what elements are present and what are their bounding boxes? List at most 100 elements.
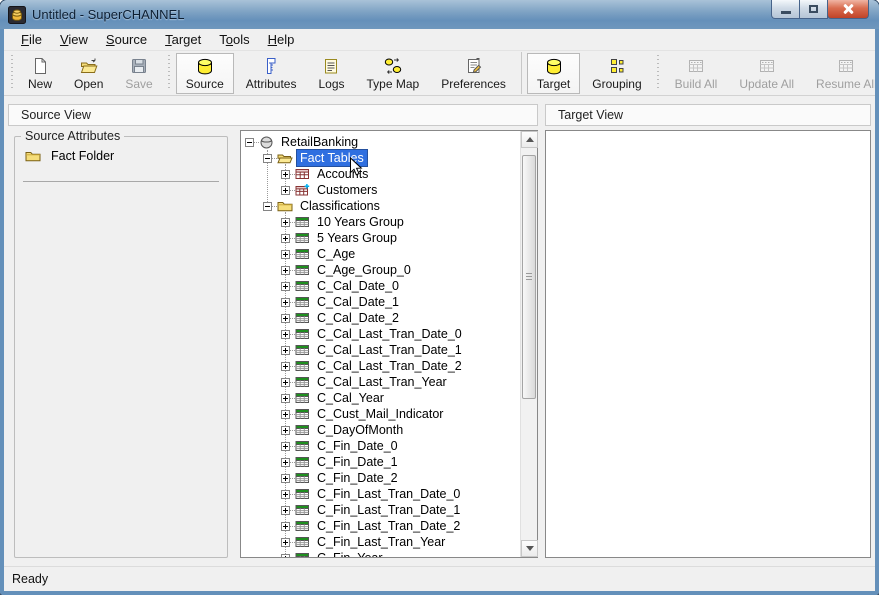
tree-item-label[interactable]: Classifications [297, 198, 383, 214]
tree-expander-plus[interactable] [281, 314, 290, 323]
tree-expander-plus[interactable] [281, 394, 290, 403]
tree-expander-plus[interactable] [281, 458, 290, 467]
tree-expander-plus[interactable] [281, 490, 290, 499]
tree-item-c-cal-last-tran-date-2[interactable]: C_Cal_Last_Tran_Date_2 [241, 358, 520, 374]
minimize-button[interactable] [771, 0, 800, 19]
fact-folder-item[interactable]: Fact Folder [25, 149, 114, 163]
tree-expander-plus[interactable] [281, 298, 290, 307]
tree-expander-plus[interactable] [281, 330, 290, 339]
tree-item-label[interactable]: C_Cal_Year [314, 390, 387, 406]
menu-help[interactable]: Help [259, 29, 304, 50]
tree-item-label[interactable]: 10 Years Group [314, 214, 407, 230]
tree-expander-plus[interactable] [281, 442, 290, 451]
tree-item-fact-tables[interactable]: Fact Tables [241, 150, 520, 166]
tree-item-c-age-group-0[interactable]: C_Age_Group_0 [241, 262, 520, 278]
tree-item-label[interactable]: C_Fin_Last_Tran_Date_0 [314, 486, 463, 502]
scrollbar-thumb[interactable] [522, 155, 536, 399]
tree-item-label[interactable]: C_Fin_Last_Tran_Date_1 [314, 502, 463, 518]
tree-expander-plus[interactable] [281, 522, 290, 531]
tree-item-label[interactable]: C_Cal_Date_1 [314, 294, 402, 310]
logs-button[interactable]: Logs [308, 53, 354, 94]
tree-item-label[interactable]: C_Age [314, 246, 358, 262]
tree-item-c-age[interactable]: C_Age [241, 246, 520, 262]
save-button[interactable]: Save [115, 53, 162, 94]
tree-item-customers[interactable]: Customers [241, 182, 520, 198]
tree-item-label[interactable]: 5 Years Group [314, 230, 400, 246]
tree-item-label[interactable]: C_Cal_Date_2 [314, 310, 402, 326]
tree-item-label[interactable]: C_Fin_Date_0 [314, 438, 401, 454]
tree-item-c-fin-last-tran-date-1[interactable]: C_Fin_Last_Tran_Date_1 [241, 502, 520, 518]
tree-expander-plus[interactable] [281, 170, 290, 179]
tree-item-label[interactable]: C_Fin_Year [314, 550, 386, 557]
tree-item-c-cal-date-2[interactable]: C_Cal_Date_2 [241, 310, 520, 326]
tree-scrollbar[interactable] [520, 131, 537, 557]
tree-item-accounts[interactable]: Accounts [241, 166, 520, 182]
tree-item-c-fin-date-1[interactable]: C_Fin_Date_1 [241, 454, 520, 470]
tree-expander-plus[interactable] [281, 410, 290, 419]
attributes-button[interactable]: Attributes [236, 53, 307, 94]
tree-item-label[interactable]: C_Cal_Last_Tran_Date_2 [314, 358, 465, 374]
tree-item-c-fin-last-tran-date-0[interactable]: C_Fin_Last_Tran_Date_0 [241, 486, 520, 502]
tree-item-c-cal-last-tran-date-0[interactable]: C_Cal_Last_Tran_Date_0 [241, 326, 520, 342]
tree-item-c-cal-last-tran-year[interactable]: C_Cal_Last_Tran_Year [241, 374, 520, 390]
tree-item-c-cal-year[interactable]: C_Cal_Year [241, 390, 520, 406]
scrollbar-down-button[interactable] [521, 540, 538, 557]
tree-item-label[interactable]: C_Cal_Date_0 [314, 278, 402, 294]
tree-expander-minus[interactable] [263, 154, 272, 163]
tree-expander-plus[interactable] [281, 234, 290, 243]
menu-tools[interactable]: Tools [210, 29, 258, 50]
tree-expander-minus[interactable] [263, 202, 272, 211]
tree-expander-plus[interactable] [281, 426, 290, 435]
close-button[interactable] [827, 0, 869, 19]
type-map-button[interactable]: Type Map [357, 53, 430, 94]
tree-item-c-fin-date-2[interactable]: C_Fin_Date_2 [241, 470, 520, 486]
tree-expander-plus[interactable] [281, 378, 290, 387]
tree-item-label[interactable]: RetailBanking [278, 134, 361, 150]
tree-item-label[interactable]: C_DayOfMonth [314, 422, 406, 438]
grouping-button[interactable]: Grouping [582, 53, 651, 94]
tree-item-label[interactable]: C_Cust_Mail_Indicator [314, 406, 446, 422]
resume-all-button[interactable]: Resume All [806, 53, 875, 94]
tree-item-c-cal-date-0[interactable]: C_Cal_Date_0 [241, 278, 520, 294]
menu-file[interactable]: File [12, 29, 51, 50]
tree-expander-plus[interactable] [281, 554, 290, 558]
build-all-button[interactable]: Build All [665, 53, 728, 94]
tree-item-c-dayofmonth[interactable]: C_DayOfMonth [241, 422, 520, 438]
menu-source[interactable]: Source [97, 29, 156, 50]
open-button[interactable]: Open [64, 53, 113, 94]
tree-item-c-fin-date-0[interactable]: C_Fin_Date_0 [241, 438, 520, 454]
tree-expander-plus[interactable] [281, 362, 290, 371]
tree-expander-plus[interactable] [281, 250, 290, 259]
tree-item-retailbanking[interactable]: RetailBanking [241, 134, 520, 150]
scrollbar-up-button[interactable] [521, 131, 538, 148]
tree-item-10-years-group[interactable]: 10 Years Group [241, 214, 520, 230]
tree-expander-plus[interactable] [281, 506, 290, 515]
tree-item-c-fin-last-tran-date-2[interactable]: C_Fin_Last_Tran_Date_2 [241, 518, 520, 534]
tree-item-label[interactable]: C_Cal_Last_Tran_Date_0 [314, 326, 465, 342]
update-all-button[interactable]: Update All [729, 53, 804, 94]
tree-expander-minus[interactable] [245, 138, 254, 147]
tree-item-label[interactable]: C_Age_Group_0 [314, 262, 414, 278]
tree-item-label[interactable]: C_Fin_Date_1 [314, 454, 401, 470]
tree-item-label[interactable]: C_Cal_Last_Tran_Date_1 [314, 342, 465, 358]
tree-expander-plus[interactable] [281, 346, 290, 355]
titlebar[interactable]: Untitled - SuperCHANNEL [0, 0, 879, 29]
tree-expander-plus[interactable] [281, 218, 290, 227]
tree-expander-plus[interactable] [281, 474, 290, 483]
tree-item-c-cal-last-tran-date-1[interactable]: C_Cal_Last_Tran_Date_1 [241, 342, 520, 358]
maximize-button[interactable] [799, 0, 828, 19]
tree-item-label[interactable]: C_Fin_Date_2 [314, 470, 401, 486]
new-button[interactable]: New [18, 53, 62, 94]
tree-item-label[interactable]: C_Fin_Last_Tran_Year [314, 534, 448, 550]
tree-expander-plus[interactable] [281, 282, 290, 291]
tree-item-classifications[interactable]: Classifications [241, 198, 520, 214]
tree-item-label[interactable]: C_Cal_Last_Tran_Year [314, 374, 450, 390]
tree-item-5-years-group[interactable]: 5 Years Group [241, 230, 520, 246]
tree-expander-plus[interactable] [281, 266, 290, 275]
tree-expander-plus[interactable] [281, 186, 290, 195]
menu-target[interactable]: Target [156, 29, 210, 50]
target-button[interactable]: Target [527, 53, 580, 94]
tree-item-c-fin-last-tran-year[interactable]: C_Fin_Last_Tran_Year [241, 534, 520, 550]
tree-item-c-cust-mail-indicator[interactable]: C_Cust_Mail_Indicator [241, 406, 520, 422]
menu-view[interactable]: View [51, 29, 97, 50]
